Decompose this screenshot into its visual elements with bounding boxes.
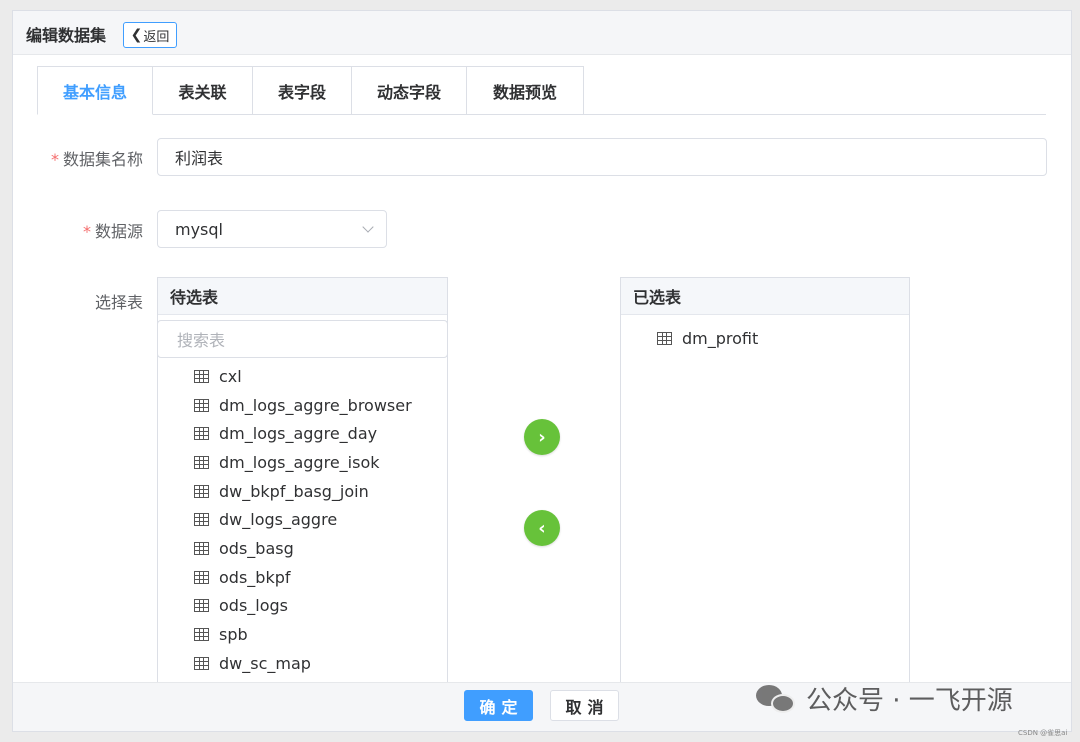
- move-to-candidate-button[interactable]: ‹: [524, 510, 560, 546]
- page-title: 编辑数据集: [26, 26, 107, 45]
- table-icon: [194, 513, 209, 527]
- table-icon: [194, 570, 209, 584]
- chevron-down-icon: [362, 221, 374, 233]
- required-mark: *: [50, 150, 59, 169]
- chevron-right-icon: ›: [538, 426, 546, 448]
- tab-basic-info[interactable]: 基本信息: [37, 66, 153, 115]
- table-icon: [194, 484, 209, 498]
- candidate-table-list: cxl dm_logs_aggre_browser dm_logs_aggre_…: [158, 358, 447, 678]
- tab-divider: [37, 114, 1046, 115]
- data-source-label: * 数据源: [82, 222, 143, 241]
- table-icon: [194, 398, 209, 412]
- list-item[interactable]: dm_logs_aggre_day: [194, 419, 447, 448]
- dataset-name-input[interactable]: 利润表: [157, 138, 1047, 176]
- data-source-value: mysql: [175, 219, 223, 239]
- chevron-left-icon: ❮: [130, 27, 143, 43]
- candidate-panel-title: 待选表: [158, 278, 447, 315]
- confirm-button[interactable]: 确定: [464, 690, 533, 721]
- required-mark: *: [82, 222, 91, 241]
- table-icon: [194, 369, 209, 383]
- table-icon: [194, 628, 209, 642]
- list-item[interactable]: spb: [194, 620, 447, 649]
- data-source-select[interactable]: mysql: [157, 210, 387, 248]
- table-icon: [194, 427, 209, 441]
- dataset-editor-window: 编辑数据集 ❮ 返回 基本信息 表关联 表字段 动态字段 数据预览 * 数据集名称…: [12, 10, 1072, 732]
- list-item[interactable]: dm_logs_aggre_browser: [194, 391, 447, 420]
- tab-table-join[interactable]: 表关联: [153, 66, 253, 115]
- list-item[interactable]: ods_logs: [194, 592, 447, 621]
- list-item[interactable]: ods_bkpf: [194, 563, 447, 592]
- list-item[interactable]: dm_logs_aggre_isok: [194, 448, 447, 477]
- table-icon: [194, 455, 209, 469]
- chevron-left-icon: ‹: [538, 517, 546, 539]
- list-item[interactable]: cxl: [194, 362, 447, 391]
- wechat-icon: [756, 683, 796, 715]
- back-button-label: 返回: [143, 29, 170, 45]
- csdn-watermark: CSDN @雀思ai: [1018, 729, 1068, 737]
- table-icon: [194, 656, 209, 670]
- select-table-label: 选择表: [94, 293, 143, 312]
- cancel-button[interactable]: 取消: [550, 690, 619, 721]
- list-item[interactable]: dw_bkpf_basg_join: [194, 477, 447, 506]
- title-bar: 编辑数据集 ❮ 返回: [13, 11, 1071, 55]
- candidate-tables-panel: 待选表 搜索表 cxl dm_logs_aggre_browser dm_log…: [157, 277, 448, 687]
- dataset-name-label: * 数据集名称: [50, 150, 143, 169]
- selected-panel-title: 已选表: [621, 278, 909, 315]
- tab-dynamic-fields[interactable]: 动态字段: [352, 66, 467, 115]
- selected-table-list: dm_profit: [621, 315, 909, 353]
- table-icon: [194, 599, 209, 613]
- move-to-selected-button[interactable]: ›: [524, 419, 560, 455]
- list-item[interactable]: dw_sc_map: [194, 649, 447, 678]
- table-search-input[interactable]: 搜索表: [157, 320, 448, 358]
- watermark-text: 公众号 · 一飞开源: [806, 686, 1013, 716]
- list-item[interactable]: ods_basg: [194, 534, 447, 563]
- list-item[interactable]: dm_profit: [657, 324, 909, 353]
- back-button[interactable]: ❮ 返回: [123, 22, 177, 48]
- list-item[interactable]: dw_logs_aggre: [194, 505, 447, 534]
- selected-tables-panel: 已选表 dm_profit: [620, 277, 910, 687]
- table-icon: [194, 541, 209, 555]
- watermark: 公众号 · 一飞开源: [756, 680, 1013, 717]
- tab-bar: 基本信息 表关联 表字段 动态字段 数据预览: [37, 66, 584, 115]
- table-icon: [657, 331, 672, 345]
- tab-data-preview[interactable]: 数据预览: [467, 66, 584, 115]
- tab-table-fields[interactable]: 表字段: [253, 66, 352, 115]
